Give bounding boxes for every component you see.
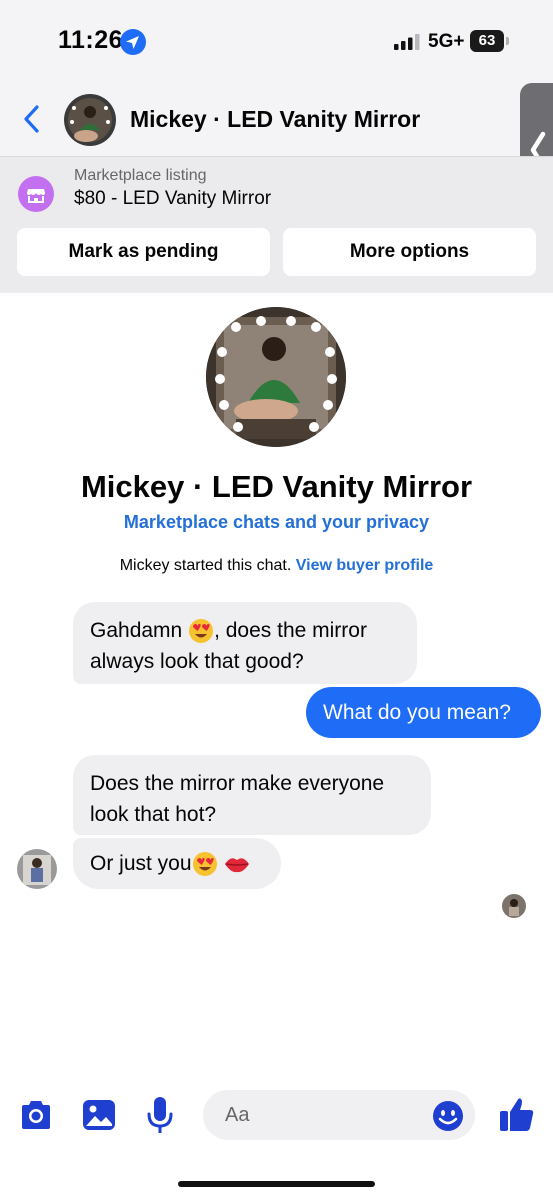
chat-started-notice: Mickey started this chat. View buyer pro… bbox=[0, 557, 553, 575]
listing-title[interactable]: $80 - LED Vanity Mirror bbox=[74, 188, 271, 210]
profile-name: Mickey · LED Vanity Mirror bbox=[80, 469, 473, 504]
profile-avatar[interactable] bbox=[206, 307, 346, 447]
sender-avatar[interactable] bbox=[17, 849, 57, 889]
network-label: 5G+ bbox=[428, 31, 465, 52]
message-incoming[interactable]: Does the mirror make everyone look that … bbox=[73, 755, 431, 835]
signal-icon bbox=[394, 34, 420, 50]
message-composer bbox=[0, 1083, 553, 1147]
location-arrow-icon bbox=[120, 29, 146, 55]
marketplace-shop-icon bbox=[18, 176, 54, 212]
heart-eyes-emoji-icon bbox=[189, 619, 214, 644]
battery-level: 63 bbox=[478, 32, 496, 49]
chat-header: Mickey · LED Vanity Mirror bbox=[0, 86, 553, 156]
status-time: 11:26 bbox=[58, 26, 124, 54]
microphone-icon[interactable] bbox=[146, 1095, 174, 1135]
kiss-lips-emoji-icon bbox=[225, 858, 250, 873]
message-outgoing[interactable]: What do you mean? bbox=[306, 687, 541, 738]
battery-icon: 63 bbox=[470, 30, 510, 52]
more-options-button[interactable]: More options bbox=[283, 228, 536, 276]
message-incoming[interactable]: Gahdamn , does the mirror always look th… bbox=[73, 602, 417, 684]
privacy-link[interactable]: Marketplace chats and your privacy bbox=[0, 512, 553, 533]
view-buyer-profile-link[interactable]: View buyer profile bbox=[296, 557, 434, 574]
message-text: Or just you bbox=[90, 852, 192, 875]
emoji-icon[interactable] bbox=[432, 1100, 464, 1132]
thumbs-up-icon[interactable] bbox=[499, 1095, 535, 1133]
message-text: Gahdamn bbox=[90, 619, 189, 642]
marketplace-listing-bar: Marketplace listing $80 - LED Vanity Mir… bbox=[0, 156, 553, 293]
header-avatar[interactable] bbox=[64, 94, 116, 146]
back-chevron-icon[interactable] bbox=[20, 104, 44, 134]
status-bar: 11:26 5G+ 63 bbox=[0, 0, 553, 86]
home-indicator[interactable] bbox=[178, 1181, 375, 1187]
chat-started-text: Mickey started this chat. bbox=[119, 557, 292, 574]
gallery-icon[interactable] bbox=[82, 1098, 116, 1132]
camera-icon[interactable] bbox=[18, 1098, 54, 1132]
header-title: Mickey · LED Vanity Mirror bbox=[130, 106, 421, 132]
listing-caption: Marketplace listing bbox=[74, 167, 207, 184]
message-incoming[interactable]: Or just you bbox=[73, 838, 281, 889]
heart-eyes-emoji-icon bbox=[192, 852, 217, 877]
mark-pending-button[interactable]: Mark as pending bbox=[17, 228, 270, 276]
seen-receipt-avatar bbox=[502, 894, 526, 918]
